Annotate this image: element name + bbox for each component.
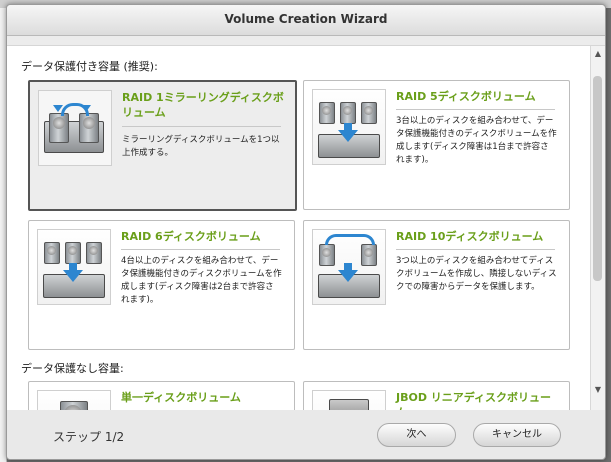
raid1-icon bbox=[38, 90, 112, 166]
option-raid6-title: RAID 6ディスクボリューム bbox=[121, 230, 261, 243]
cancel-button[interactable]: キャンセル bbox=[473, 423, 561, 447]
divider bbox=[122, 126, 281, 127]
option-raid10-description: 3つ以上のディスクを組み合わせてディスクボリュームを作成し、隣接しないディスクで… bbox=[396, 256, 557, 292]
protected-section-label: データ保護付き容量 (推奨): bbox=[21, 60, 158, 73]
single-disk-icon bbox=[37, 390, 111, 410]
option-raid1-description: ミラーリングディスクボリュームを1つ以上作成する。 bbox=[122, 135, 280, 158]
scrollbar-thumb[interactable] bbox=[593, 76, 602, 281]
option-raid10-title: RAID 10ディスクボリューム bbox=[396, 230, 544, 243]
option-raid10[interactable]: RAID 10ディスクボリューム 3つ以上のディスクを組み合わせてディスクボリュ… bbox=[303, 220, 570, 350]
option-raid1[interactable]: RAID 1ミラーリングディスクボリューム ミラーリングディスクボリュームを1つ… bbox=[28, 80, 297, 211]
divider bbox=[396, 249, 555, 250]
divider bbox=[121, 249, 280, 250]
dialog-title: Volume Creation Wizard bbox=[7, 5, 605, 36]
option-raid6-description: 4台以上のディスクを組み合わせて、データ保護機能付きのディスクボリュームを作成し… bbox=[121, 256, 282, 305]
option-raid5-title: RAID 5ディスクボリューム bbox=[396, 90, 536, 103]
option-raid5-description: 3台以上のディスクを組み合わせて、データ保護機能付きのディスクボリュームを作成し… bbox=[396, 116, 557, 165]
scroll-up-icon[interactable]: ▲ bbox=[593, 48, 603, 60]
wizard-content: データ保護付き容量 (推奨): RAID 1ミラーリングディスクボリューム ミラ… bbox=[7, 45, 605, 411]
option-single-disk-title: 単一ディスクボリューム bbox=[121, 391, 241, 404]
scroll-down-icon[interactable]: ▼ bbox=[593, 384, 603, 396]
raid5-icon bbox=[312, 89, 386, 165]
option-jbod[interactable]: JBOD リニアディスクボリューム bbox=[303, 381, 570, 410]
divider bbox=[396, 109, 555, 110]
option-jbod-title: JBOD リニアディスクボリューム bbox=[396, 391, 552, 410]
step-indicator: ステップ 1/2 bbox=[53, 430, 125, 444]
raid10-icon bbox=[312, 229, 386, 305]
option-raid1-title: RAID 1ミラーリングディスクボリューム bbox=[122, 91, 284, 119]
raid6-icon bbox=[37, 229, 111, 305]
volume-creation-wizard-dialog: Volume Creation Wizard データ保護付き容量 (推奨): R… bbox=[6, 4, 606, 460]
next-button[interactable]: 次へ bbox=[377, 423, 456, 447]
wizard-footer: ステップ 1/2 次へ キャンセル bbox=[7, 410, 605, 459]
content-scrollbar[interactable]: ▲ ▼ bbox=[590, 46, 605, 410]
jbod-icon bbox=[312, 390, 386, 410]
option-raid5[interactable]: RAID 5ディスクボリューム 3台以上のディスクを組み合わせて、データ保護機能… bbox=[303, 80, 570, 210]
option-raid6[interactable]: RAID 6ディスクボリューム 4台以上のディスクを組み合わせて、データ保護機能… bbox=[28, 220, 295, 350]
option-single-disk[interactable]: 単一ディスクボリューム bbox=[28, 381, 295, 410]
unprotected-section-label: データ保護なし容量: bbox=[21, 362, 124, 375]
